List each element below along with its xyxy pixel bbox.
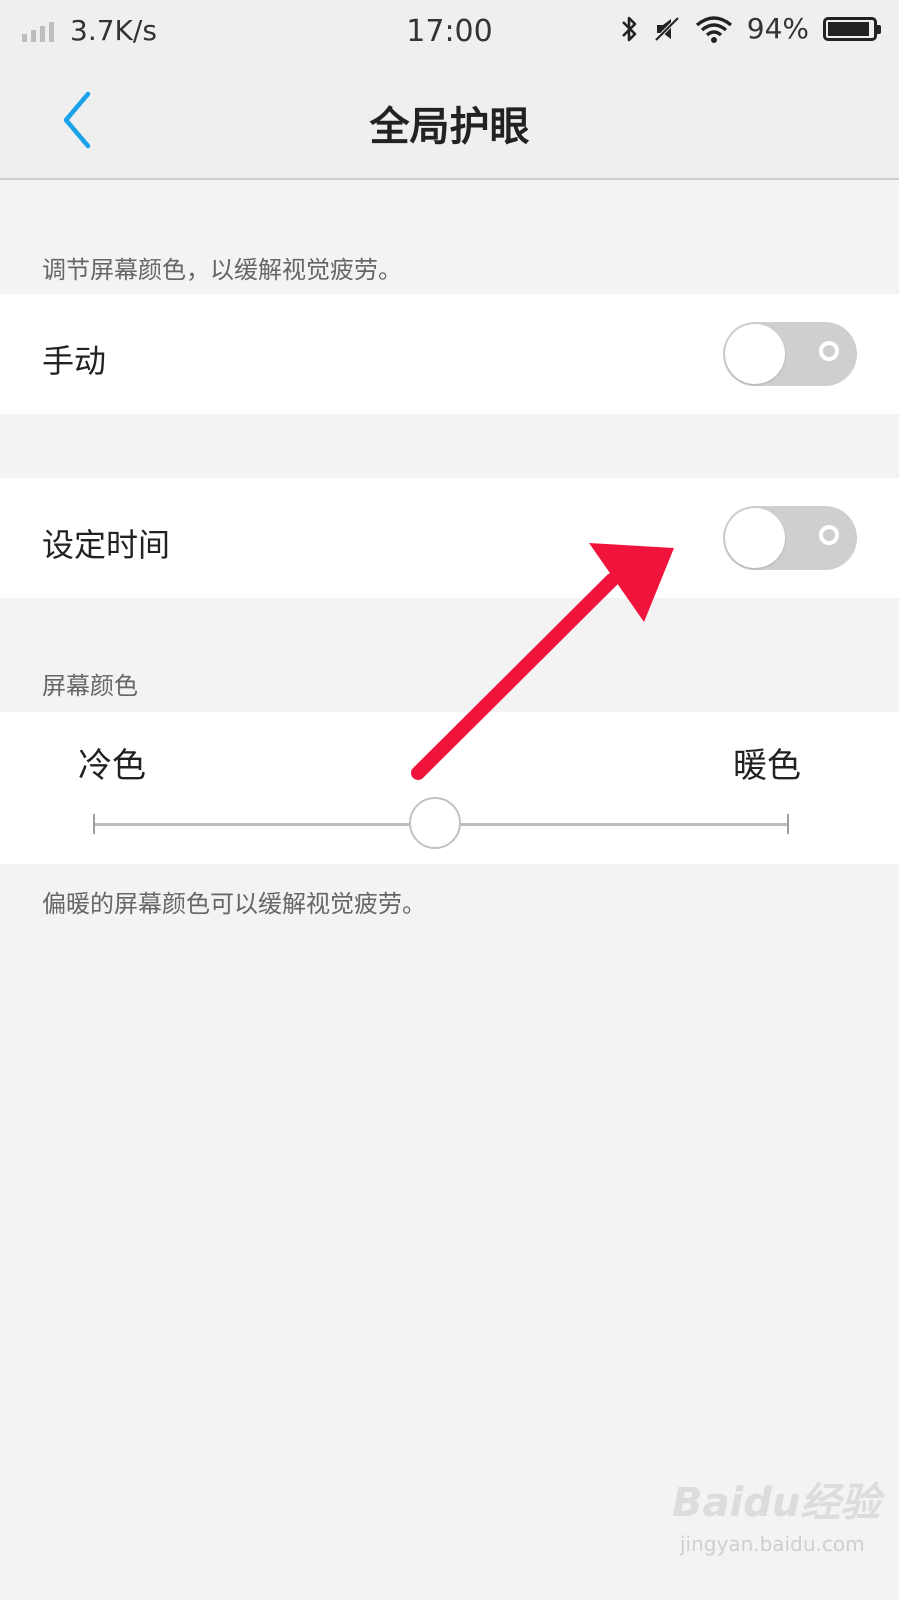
battery-icon xyxy=(823,16,881,41)
color-slider-thumb[interactable] xyxy=(409,797,461,849)
toggle-off-indicator xyxy=(819,341,839,361)
app-header: 全局护眼 xyxy=(0,62,899,180)
color-section-caption: 屏幕颜色 xyxy=(42,672,138,700)
baidu-watermark: Baidu经验 jingyan.baidu.com xyxy=(672,1464,882,1574)
watermark-title: Baidu经验 xyxy=(672,1480,881,1526)
row-schedule: 设定时间 xyxy=(0,478,899,598)
intro-caption: 调节屏幕颜色，以缓解视觉疲劳。 xyxy=(42,256,402,284)
toggle-off-indicator xyxy=(819,525,839,545)
mute-icon xyxy=(654,16,680,41)
warm-label: 暖色 xyxy=(733,746,801,786)
status-bar: 3.7K/s 17:00 94% xyxy=(0,0,899,62)
watermark-url: jingyan.baidu.com xyxy=(680,1532,865,1556)
slider-min-tick xyxy=(93,814,95,834)
manual-label: 手动 xyxy=(42,342,107,380)
toggle-knob xyxy=(725,508,785,568)
manual-toggle[interactable] xyxy=(723,322,857,386)
schedule-label: 设定时间 xyxy=(42,526,171,564)
page-title: 全局护眼 xyxy=(369,104,530,150)
status-right: 94% xyxy=(619,12,881,45)
wifi-icon xyxy=(695,15,732,43)
row-manual: 手动 xyxy=(0,294,899,414)
battery-fill xyxy=(828,21,869,36)
bluetooth-icon xyxy=(621,16,637,41)
color-footnote: 偏暖的屏幕颜色可以缓解视觉疲劳。 xyxy=(42,890,426,918)
toggle-knob xyxy=(725,324,785,384)
battery-percent: 94% xyxy=(746,12,809,45)
schedule-toggle[interactable] xyxy=(723,506,857,570)
cold-label: 冷色 xyxy=(78,746,146,786)
slider-max-tick xyxy=(787,814,789,834)
